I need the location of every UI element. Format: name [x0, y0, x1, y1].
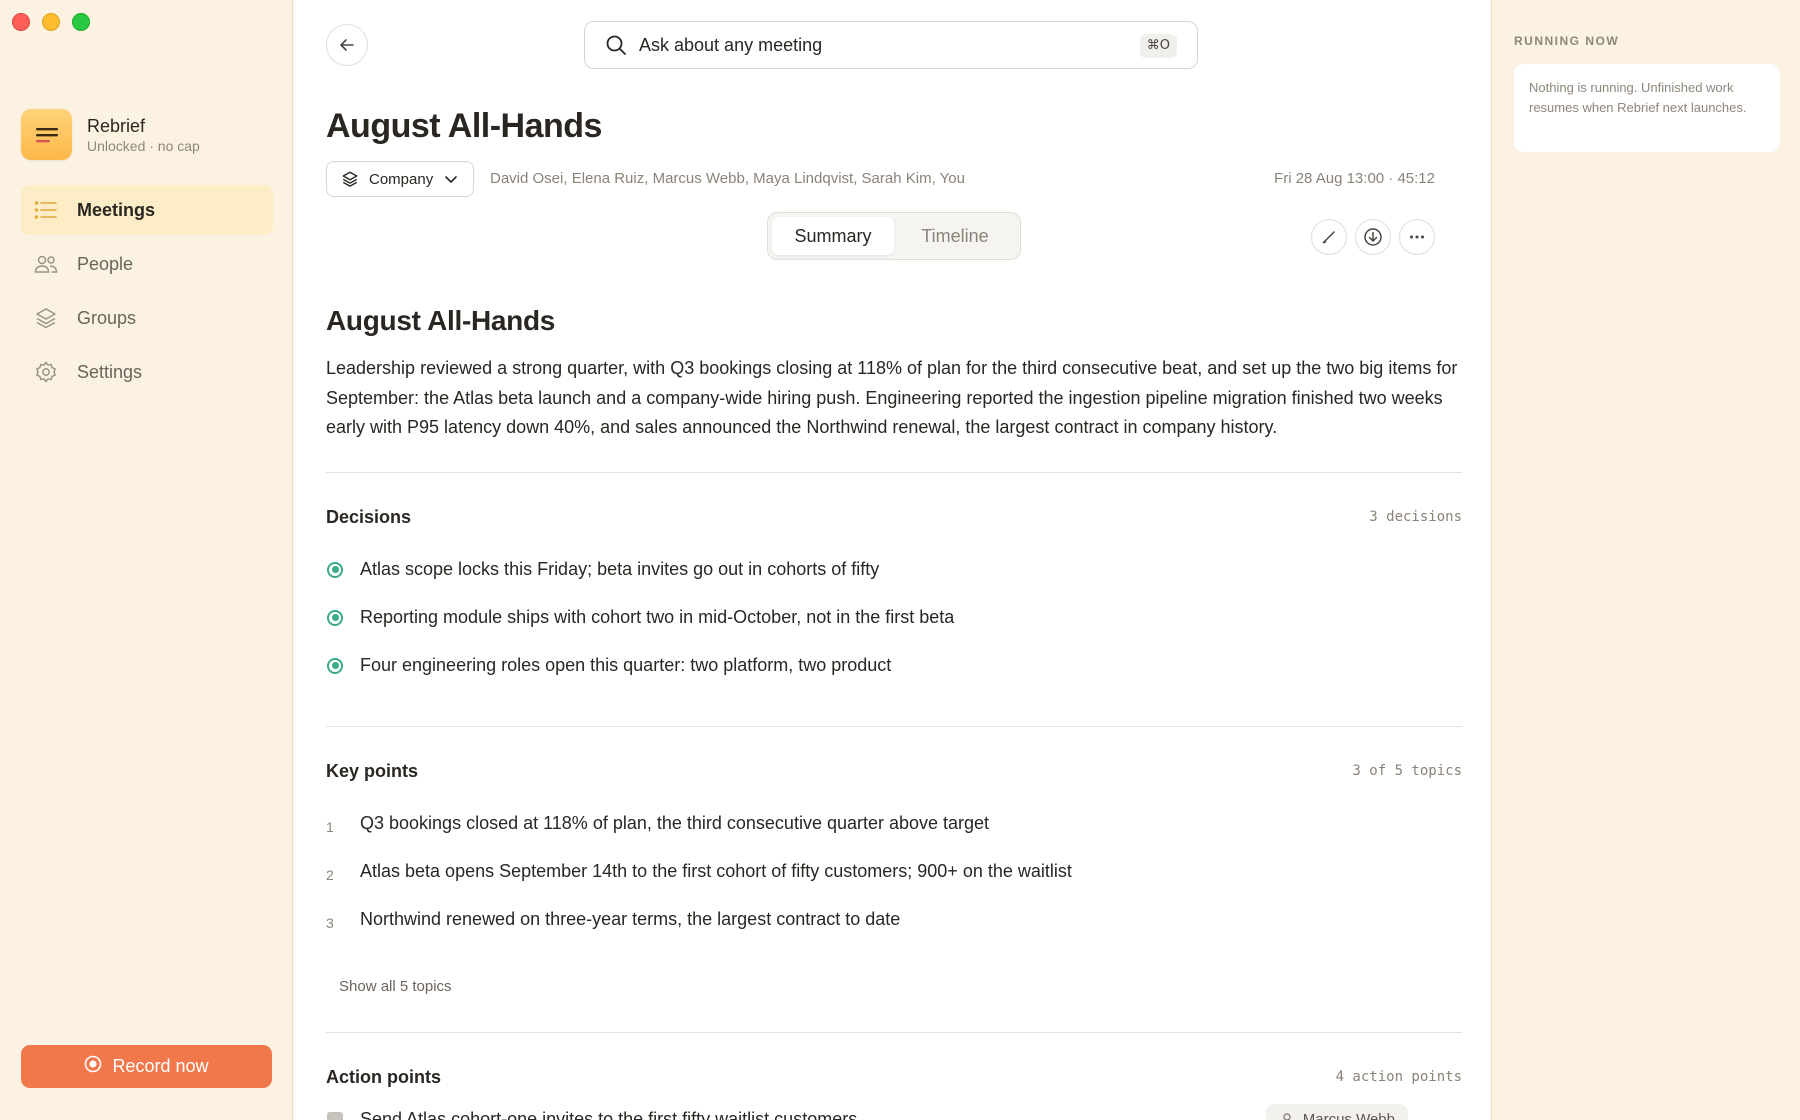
layers-icon: [342, 171, 358, 187]
decision-dot-icon: [327, 561, 343, 578]
group-select[interactable]: Company: [326, 161, 475, 197]
download-button[interactable]: [1355, 219, 1391, 255]
list-item: Reporting module ships with cohort two i…: [326, 594, 1462, 642]
summary-heading: August All-Hands: [326, 305, 556, 336]
key-points-title: Key points: [326, 760, 419, 781]
record-now-label: Record now: [112, 1056, 209, 1076]
more-button[interactable]: [1399, 219, 1435, 255]
decisions-count: 3 decisions: [1369, 509, 1462, 525]
key-point-text: Atlas beta opens September 14th to the f…: [360, 861, 1072, 881]
tab-timeline[interactable]: Timeline: [894, 217, 1016, 255]
sidebar-item-groups[interactable]: Groups: [21, 293, 273, 343]
more-icon: [1410, 235, 1424, 239]
search-placeholder: Ask about any meeting: [639, 34, 823, 55]
action-points-count: 4 action points: [1335, 1069, 1462, 1085]
meeting-detail: Ask about any meeting ⌘O August All-Hand…: [294, 0, 1492, 1120]
edit-button[interactable]: [1311, 219, 1347, 255]
meeting-datetime: Fri 28 Aug 13:00 · 45:12: [1274, 170, 1435, 187]
key-point-text: Q3 bookings closed at 118% of plan, the …: [360, 813, 990, 833]
key-points-count: 3 of 5 topics: [1352, 763, 1462, 779]
list-item: Send Atlas cohort-one invites to the fir…: [326, 1096, 1462, 1120]
list-item: 3 Northwind renewed on three-year terms,…: [326, 896, 1462, 944]
sidebar-item-settings[interactable]: Settings: [21, 347, 273, 397]
assignee-name: Marcus Webb: [1302, 1111, 1395, 1120]
key-point-number: 1: [326, 818, 334, 835]
app-name: Rebrief: [87, 115, 146, 136]
person-icon: [1283, 1112, 1291, 1120]
running-now-label: RUNNING NOW: [1514, 34, 1620, 48]
sidebar: Rebrief Unlocked · no cap Meetings Peopl…: [0, 0, 293, 1120]
search-input[interactable]: Ask about any meeting ⌘O: [584, 21, 1198, 69]
action-points-title: Action points: [326, 1066, 441, 1087]
sidebar-item-label: Settings: [77, 361, 143, 382]
download-icon: [1364, 228, 1382, 246]
assignee-chip[interactable]: Marcus Webb: [1265, 1103, 1408, 1120]
action-points-list: Send Atlas cohort-one invites to the fir…: [326, 1096, 1462, 1120]
group-select-value: Company: [369, 170, 434, 188]
key-point-number: 2: [326, 866, 334, 883]
app-brand: Rebrief Unlocked · no cap: [21, 109, 200, 160]
meeting-toolbar: [1311, 219, 1435, 255]
decisions-title: Decisions: [326, 506, 412, 527]
action-points-header: Action points 4 action points: [326, 1067, 1462, 1088]
attendee-list: David Osei, Elena Ruiz, Marcus Webb, May…: [490, 170, 965, 187]
layers-icon: [33, 305, 59, 331]
window-controls: [12, 13, 90, 31]
sidebar-item-label: Meetings: [77, 199, 156, 220]
list-item: Atlas scope locks this Friday; beta invi…: [326, 546, 1462, 594]
divider: [326, 725, 1462, 727]
record-now-button[interactable]: Record now: [21, 1045, 272, 1088]
page-title: August All-Hands: [326, 107, 602, 145]
summary-content: August All-Hands Leadership reviewed a s…: [326, 305, 1462, 1120]
divider: [326, 1031, 1462, 1033]
record-icon: [84, 1055, 102, 1078]
decision-text: Reporting module ships with cohort two i…: [360, 607, 955, 627]
search-shortcut: ⌘O: [1139, 34, 1177, 58]
action-text: Send Atlas cohort-one invites to the fir…: [360, 1109, 858, 1120]
pencil-icon: [1322, 231, 1335, 244]
back-button[interactable]: [326, 24, 368, 66]
summary-text: Leadership reviewed a strong quarter, wi…: [326, 358, 1458, 437]
decision-text: Atlas scope locks this Friday; beta invi…: [360, 559, 880, 579]
sidebar-nav: Meetings People Groups Settings: [21, 185, 273, 401]
minimize-window-button[interactable]: [42, 13, 60, 31]
sidebar-item-label: Groups: [77, 307, 137, 328]
close-window-button[interactable]: [12, 13, 30, 31]
sidebar-item-label: People: [77, 253, 134, 274]
chevron-down-icon: [445, 176, 458, 183]
view-tabs: Summary Timeline: [767, 212, 1021, 260]
maximize-window-button[interactable]: [72, 13, 90, 31]
app-status: Unlocked · no cap: [87, 137, 200, 154]
tab-summary[interactable]: Summary: [772, 217, 894, 255]
list-icon: [33, 197, 59, 223]
list-item: Four engineering roles open this quarter…: [326, 642, 1462, 690]
decision-dot-icon: [327, 609, 343, 626]
sidebar-item-people[interactable]: People: [21, 239, 273, 289]
divider: [326, 471, 1462, 473]
app-window: Rebrief Unlocked · no cap Meetings Peopl…: [0, 0, 1800, 1120]
search-icon: [606, 35, 626, 55]
list-item: 2 Atlas beta opens September 14th to the…: [326, 848, 1462, 896]
arrow-left-icon: [340, 39, 354, 51]
show-all-topics-button[interactable]: Show all 5 topics: [339, 978, 452, 995]
key-points-header: Key points 3 of 5 topics: [326, 761, 1462, 782]
people-icon: [33, 251, 59, 277]
list-item: 1 Q3 bookings closed at 118% of plan, th…: [326, 800, 1462, 848]
sidebar-item-meetings[interactable]: Meetings: [21, 185, 273, 235]
key-points-list: 1 Q3 bookings closed at 118% of plan, th…: [326, 800, 1462, 944]
running-now-panel: RUNNING NOW Nothing is running. Unfinish…: [1493, 0, 1800, 1120]
gear-icon: [33, 359, 59, 385]
action-checkbox[interactable]: [327, 1111, 343, 1120]
app-logo-icon: [21, 109, 72, 160]
key-point-text: Northwind renewed on three-year terms, t…: [360, 909, 901, 929]
decisions-header: Decisions 3 decisions: [326, 507, 1462, 528]
decision-dot-icon: [327, 657, 343, 674]
key-point-number: 3: [326, 914, 334, 931]
decisions-list: Atlas scope locks this Friday; beta invi…: [326, 546, 1462, 690]
decision-text: Four engineering roles open this quarter…: [360, 655, 892, 675]
running-now-card: Nothing is running. Unfinished work resu…: [1514, 64, 1780, 152]
